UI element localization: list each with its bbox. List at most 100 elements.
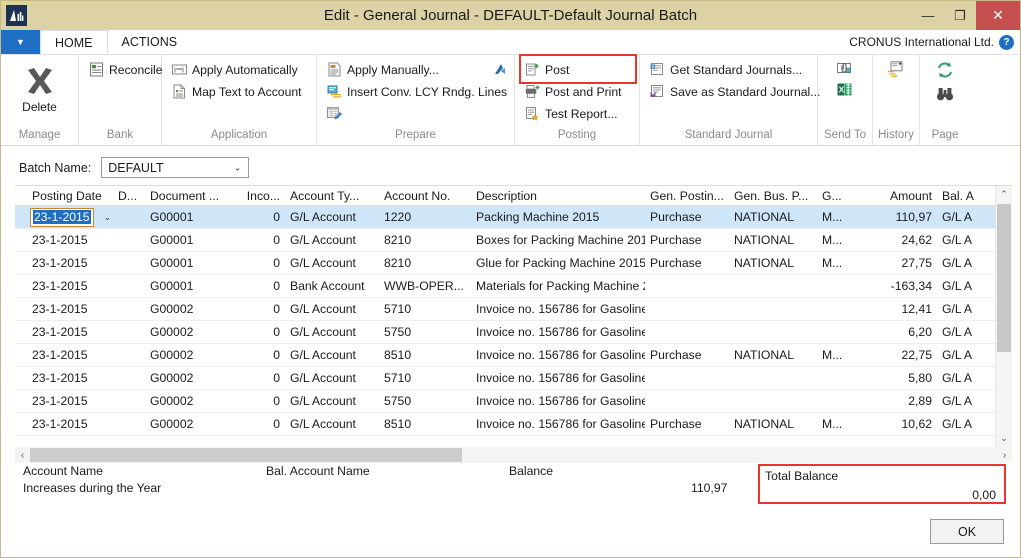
application-menu-button[interactable]: ▼ xyxy=(1,30,40,54)
cell-account-type[interactable]: G/L Account xyxy=(285,394,379,408)
cell-document-no[interactable]: G00002 xyxy=(145,417,237,431)
get-standard-journals-button[interactable]: Get Standard Journals... xyxy=(647,59,823,80)
cell-account-type[interactable]: G/L Account xyxy=(285,325,379,339)
posting-date-input[interactable]: 23-1-2015 xyxy=(30,207,94,227)
cell-description[interactable]: Invoice no. 156786 for Gasoline 2... xyxy=(471,302,645,316)
excel-icon[interactable]: X xyxy=(837,82,853,98)
cell-amount[interactable]: 6,20 xyxy=(865,325,937,339)
scroll-right-icon[interactable]: › xyxy=(997,450,1012,461)
column-header-amount[interactable]: Amount xyxy=(865,189,937,205)
post-and-print-button[interactable]: Post and Print xyxy=(522,81,625,102)
column-header-account-type[interactable]: Account Ty... xyxy=(285,189,379,205)
cell-gen-posting[interactable]: Purchase xyxy=(645,348,729,362)
cell-account-type[interactable]: G/L Account xyxy=(285,302,379,316)
column-header-gen-posting[interactable]: Gen. Postin... xyxy=(645,189,729,205)
edit-journal-button[interactable] xyxy=(324,103,510,124)
cell-gen-bus-posting[interactable]: NATIONAL xyxy=(729,233,817,247)
cell-account-no[interactable]: 5710 xyxy=(379,371,471,385)
cell-description[interactable]: Invoice no. 156786 for Gasoline 2... xyxy=(471,371,645,385)
cell-bal-account[interactable]: G/L A xyxy=(937,302,989,316)
cell-incoming-doc[interactable]: 0 xyxy=(237,256,285,270)
cell-account-no[interactable]: 5750 xyxy=(379,325,471,339)
cell-g[interactable]: M... xyxy=(817,256,865,270)
apply-manually-button[interactable]: Apply Manually... xyxy=(324,59,510,80)
cell-bal-account[interactable]: G/L A xyxy=(937,325,989,339)
cell-bal-account[interactable]: G/L A xyxy=(937,210,989,224)
cell-account-no[interactable]: 8210 xyxy=(379,233,471,247)
cell-description[interactable]: Packing Machine 2015 xyxy=(471,210,645,224)
column-header-account-no[interactable]: Account No. xyxy=(379,189,471,205)
cell-account-type[interactable]: Bank Account xyxy=(285,279,379,293)
table-row[interactable]: 23-1-2015 G00002 0 G/L Account 8510 Invoice n… xyxy=(15,413,1012,436)
cell-posting-date[interactable]: 23-1-2015 xyxy=(27,417,113,431)
cell-gen-bus-posting[interactable]: NATIONAL xyxy=(729,417,817,431)
attachment-icon[interactable] xyxy=(837,61,853,77)
cell-amount[interactable]: 110,97 xyxy=(865,210,937,224)
cell-incoming-doc[interactable]: 0 xyxy=(237,210,285,224)
column-header-gen-bus-posting[interactable]: Gen. Bus. P... xyxy=(729,189,817,205)
cell-account-type[interactable]: G/L Account xyxy=(285,417,379,431)
table-row[interactable]: 23-1-2015 G00002 0 G/L Account 5710 Invoice n… xyxy=(15,367,1012,390)
cell-amount[interactable]: 24,62 xyxy=(865,233,937,247)
cell-account-no[interactable]: 8510 xyxy=(379,417,471,431)
column-header-posting-date[interactable]: Posting Date xyxy=(27,189,113,205)
scroll-down-icon[interactable]: ⌄ xyxy=(996,430,1012,447)
grid-vertical-scrollbar[interactable]: ⌃ ⌄ xyxy=(995,186,1012,447)
cell-description[interactable]: Glue for Packing Machine 2015 xyxy=(471,256,645,270)
cell-description[interactable]: Invoice no. 156786 for Gasoline 2... xyxy=(471,417,645,431)
save-standard-journal-button[interactable]: Save as Standard Journal... xyxy=(647,81,823,102)
cell-posting-date[interactable]: 23-1-2015 xyxy=(27,394,113,408)
table-row[interactable]: 23-1-2015 G00002 0 G/L Account 5750 Invoice n… xyxy=(15,321,1012,344)
cell-document-no[interactable]: G00001 xyxy=(145,233,237,247)
post-button[interactable]: Post xyxy=(522,59,625,80)
cell-account-no[interactable]: 5750 xyxy=(379,394,471,408)
cell-amount[interactable]: 2,89 xyxy=(865,394,937,408)
cell-description[interactable]: Materials for Packing Machine 2... xyxy=(471,279,645,293)
maximize-button[interactable]: ❐ xyxy=(944,1,976,30)
refresh-icon[interactable] xyxy=(936,61,954,79)
posting-date-editor[interactable]: 23-1-2015 ⌄ xyxy=(27,207,113,228)
cell-incoming-doc[interactable]: 0 xyxy=(237,279,285,293)
cell-bal-account[interactable]: G/L A xyxy=(937,394,989,408)
cell-amount[interactable]: 27,75 xyxy=(865,256,937,270)
cell-gen-bus-posting[interactable]: NATIONAL xyxy=(729,210,817,224)
cell-incoming-doc[interactable]: 0 xyxy=(237,394,285,408)
cell-document-no[interactable]: G00002 xyxy=(145,325,237,339)
cell-posting-date[interactable]: 23-1-2015 xyxy=(27,325,113,339)
chevron-down-icon[interactable]: ⌄ xyxy=(104,212,112,223)
horizontal-scroll-thumb[interactable] xyxy=(30,448,462,462)
cell-document-no[interactable]: G00002 xyxy=(145,302,237,316)
cell-bal-account[interactable]: G/L A xyxy=(937,417,989,431)
cell-gen-posting[interactable]: Purchase xyxy=(645,233,729,247)
map-text-to-account-button[interactable]: Map Text to Account xyxy=(169,81,305,102)
vertical-scroll-thumb[interactable] xyxy=(997,204,1011,352)
column-header-g[interactable]: G... xyxy=(817,189,865,205)
cell-g[interactable]: M... xyxy=(817,210,865,224)
cell-document-no[interactable]: G00002 xyxy=(145,348,237,362)
cell-amount[interactable]: 12,41 xyxy=(865,302,937,316)
cell-bal-account[interactable]: G/L A xyxy=(937,279,989,293)
cell-gen-posting[interactable]: Purchase xyxy=(645,417,729,431)
cell-description[interactable]: Invoice no. 156786 for Gasoline 2... xyxy=(471,394,645,408)
cell-incoming-doc[interactable]: 0 xyxy=(237,371,285,385)
cell-document-no[interactable]: G00001 xyxy=(145,210,237,224)
column-header-document-no[interactable]: Document ... xyxy=(145,189,237,205)
scroll-left-icon[interactable]: ‹ xyxy=(15,450,30,461)
cell-account-type[interactable]: G/L Account xyxy=(285,256,379,270)
minimize-button[interactable]: — xyxy=(912,1,944,30)
cell-bal-account[interactable]: G/L A xyxy=(937,256,989,270)
cell-amount[interactable]: 22,75 xyxy=(865,348,937,362)
cell-posting-date[interactable]: 23-1-2015 xyxy=(27,279,113,293)
batch-name-select[interactable]: DEFAULT ⌄ xyxy=(101,157,250,178)
cell-posting-date[interactable]: 23-1-2015 xyxy=(27,302,113,316)
column-header-bal-account[interactable]: Bal. A xyxy=(937,189,989,205)
cell-gen-bus-posting[interactable]: NATIONAL xyxy=(729,256,817,270)
column-header-incoming-doc[interactable]: Inco... xyxy=(237,189,285,205)
close-button[interactable]: ✕ xyxy=(976,1,1020,30)
cell-document-no[interactable]: G00002 xyxy=(145,371,237,385)
cell-bal-account[interactable]: G/L A xyxy=(937,233,989,247)
cell-gen-posting[interactable]: Purchase xyxy=(645,256,729,270)
cell-description[interactable]: Invoice no. 156786 for Gasoline 2... xyxy=(471,325,645,339)
cell-account-no[interactable]: 5710 xyxy=(379,302,471,316)
table-row[interactable]: 23-1-2015 G00002 0 G/L Account 8510 Invoice n… xyxy=(15,344,1012,367)
